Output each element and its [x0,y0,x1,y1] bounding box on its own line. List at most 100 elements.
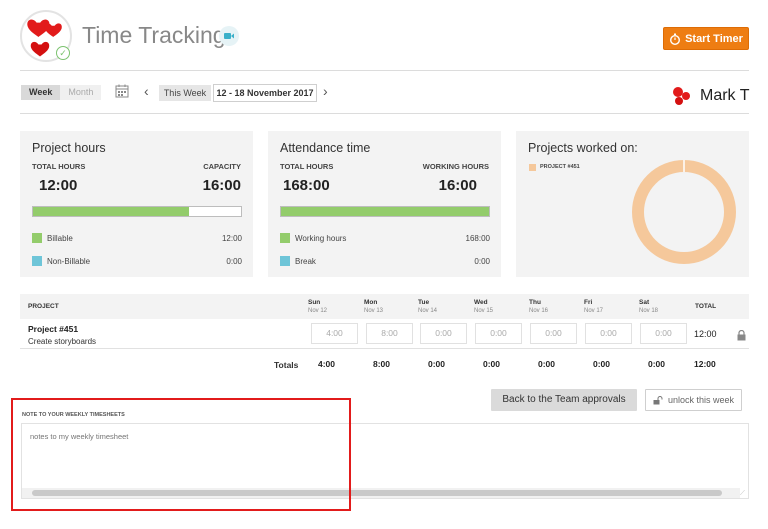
task-name: Create storyboards [28,337,97,346]
user-avatar[interactable] [670,84,694,108]
total-hours-value: 12:00 [39,177,78,194]
progress-fill [281,207,489,216]
grand-total: 12:00 [694,359,716,369]
total-hours-label: TOTAL HOURS [32,162,86,171]
projects-donut-chart [632,160,736,264]
start-timer-button[interactable]: Start Timer [663,27,749,50]
next-week-icon[interactable]: › [323,83,328,99]
legend-label: PROJECT #451 [540,164,580,170]
legend-label: Non-Billable [47,257,91,266]
day-header: Tue [418,299,430,306]
legend-label: Break [295,257,316,266]
capacity-value: 16:00 [202,177,241,194]
date-range: 12 - 18 November 2017 [213,84,317,102]
unlock-week-button[interactable]: unlock this week [645,389,742,411]
video-camera-icon[interactable] [219,26,239,46]
day-date: Nov 17 [584,308,604,314]
day-header: Sat [639,299,650,306]
day-total: 4:00 [318,359,336,369]
hours-input[interactable]: 8:00 [366,323,413,344]
calendar-icon[interactable] [115,84,129,103]
row-divider [20,348,749,349]
stopwatch-icon [670,33,681,45]
progress-fill [33,207,189,216]
billable-swatch [32,233,42,243]
card-title: Attendance time [280,141,371,155]
projects-worked-card: Projects worked on: PROJECT #451 [516,131,749,277]
view-toggle: Week Month [21,85,102,100]
day-header: Sun [308,299,321,306]
attendance-progress [280,206,490,217]
day-date: Nov 16 [529,308,549,314]
unlock-label: unlock this week [667,395,735,405]
toolbar-divider [20,113,749,114]
legend-value: 0:00 [474,257,490,266]
day-date: Nov 18 [639,308,659,314]
back-to-team-approvals-button[interactable]: Back to the Team approvals [491,389,637,411]
legend-billable: Billable 12:00 [32,233,242,245]
resize-handle-icon[interactable]: ⟋ [740,490,745,498]
day-total: 8:00 [373,359,391,369]
user-name[interactable]: Mark T [700,87,749,105]
row-total: 12:00 [694,329,717,339]
legend-value: 12:00 [221,234,242,243]
day-header: Fri [584,299,593,306]
week-view-button[interactable]: Week [21,85,61,100]
table-header: PROJECT Sun Nov 12 Mon Nov 13 Tue Nov 14 Wed No… [20,294,749,319]
project-hours-card: Project hours TOTAL HOURS CAPACITY 12:00… [20,131,253,277]
card-title: Project hours [32,141,106,155]
project-451-swatch [529,164,536,171]
this-week-button[interactable]: This Week [159,85,211,101]
legend-label: Working hours [295,234,347,243]
day-header: Thu [529,299,541,306]
month-view-button[interactable]: Month [60,85,102,100]
working-swatch [280,233,290,243]
legend-non-billable: Non-Billable 0:00 [32,256,242,268]
day-date: Nov 14 [418,308,438,314]
header-divider [20,70,749,71]
legend-working-hours: Working hours 168:00 [280,233,490,245]
day-date: Nov 15 [474,308,494,314]
project-hours-progress [32,206,242,217]
break-swatch [280,256,290,266]
hours-input[interactable]: 0:00 [640,323,687,344]
total-hours-label: TOTAL HOURS [280,162,334,171]
legend-break: Break 0:00 [280,256,490,268]
legend-value: 168:00 [465,234,490,243]
capacity-label: CAPACITY [203,162,241,171]
hours-input[interactable]: 0:00 [530,323,577,344]
working-hours-label: WORKING HOURS [422,162,489,171]
day-total: 0:00 [648,359,666,369]
day-total: 0:00 [593,359,611,369]
unlock-icon [653,395,663,404]
legend-label: Billable [47,234,73,243]
hearts-avatar-icon [673,87,690,105]
donut-slice [632,160,736,264]
non-billable-swatch [32,256,42,266]
col-total: TOTAL [695,303,717,310]
total-hours-value: 168:00 [283,177,330,194]
day-date: Nov 13 [364,308,384,314]
totals-label: Totals [274,360,299,370]
attendance-card: Attendance time TOTAL HOURS WORKING HOUR… [268,131,501,277]
hours-input[interactable]: 4:00 [311,323,358,344]
day-total: 0:00 [483,359,501,369]
project-name[interactable]: Project #451 [28,324,78,334]
legend-value: 0:00 [226,257,242,266]
previous-week-icon[interactable]: ‹ [144,83,149,99]
day-header: Mon [364,299,378,306]
check-icon: ✓ [56,46,70,60]
lock-icon[interactable] [737,328,746,346]
day-header: Wed [474,299,488,306]
day-total: 0:00 [428,359,446,369]
hours-input[interactable]: 0:00 [475,323,522,344]
hours-input[interactable]: 0:00 [585,323,632,344]
page-title: Time Tracking [82,22,226,48]
working-hours-value: 16:00 [438,177,477,194]
col-project: PROJECT [28,303,59,310]
start-timer-label: Start Timer [685,32,743,45]
card-title: Projects worked on: [528,141,638,155]
hours-input[interactable]: 0:00 [420,323,467,344]
highlight-box [11,398,351,511]
day-total: 0:00 [538,359,556,369]
